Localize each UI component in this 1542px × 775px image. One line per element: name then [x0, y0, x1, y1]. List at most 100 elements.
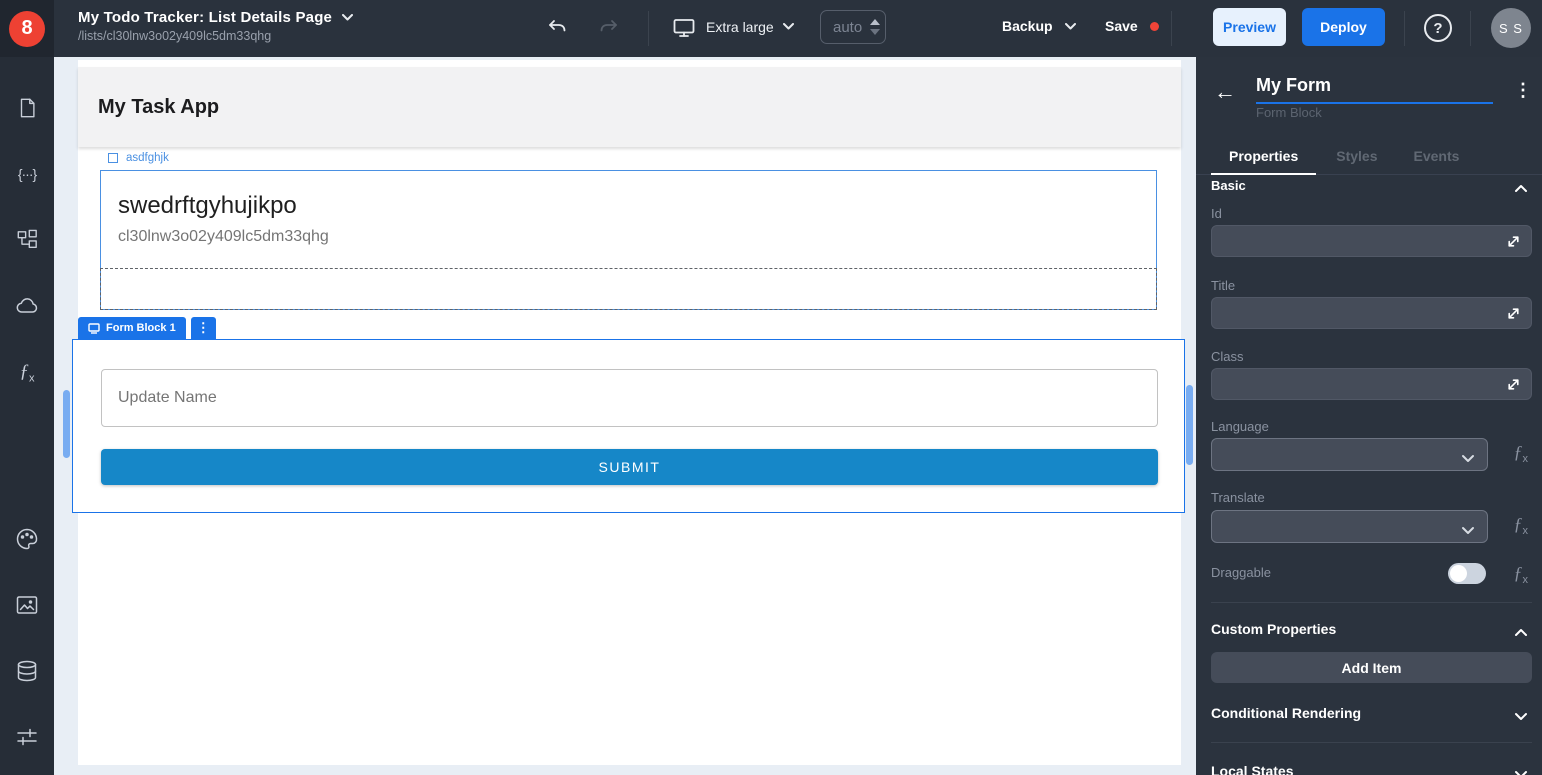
breakpoint-chevron-icon[interactable] — [783, 23, 794, 30]
page-path: /lists/cl30lnw3o02y409lc5dm33qhg — [78, 29, 272, 43]
save-label: Save — [1105, 18, 1138, 34]
card-subtitle: cl30lnw3o02y409lc5dm33qhg — [118, 228, 329, 245]
section-custom-properties[interactable]: Custom Properties — [1211, 621, 1336, 637]
widget-name-input[interactable]: My Form — [1256, 75, 1493, 104]
field-label-translate: Translate — [1211, 490, 1265, 505]
logo-icon: 8 — [9, 10, 45, 47]
expand-icon[interactable] — [1506, 234, 1521, 249]
selected-widget-label[interactable]: asdfghjk — [108, 152, 169, 164]
class-input[interactable] — [1211, 368, 1532, 400]
tab-properties[interactable]: Properties — [1211, 142, 1317, 175]
breakpoint-monitor-icon[interactable] — [672, 16, 696, 40]
expand-icon[interactable] — [1506, 306, 1521, 321]
resize-handle-left[interactable] — [63, 390, 70, 458]
cloud-icon[interactable] — [15, 294, 39, 318]
draggable-fx-icon[interactable]: ƒx — [1514, 563, 1529, 586]
toolbar-divider — [1171, 11, 1172, 46]
save-button[interactable]: Save — [1105, 18, 1159, 34]
translate-select[interactable] — [1211, 510, 1488, 543]
app-logo[interactable]: 8 — [0, 0, 54, 57]
empty-drop-slot[interactable] — [100, 268, 1157, 310]
page-title: My Todo Tracker: List Details Page — [78, 8, 333, 26]
section-local-states[interactable]: Local States — [1211, 763, 1293, 775]
chevron-down-icon[interactable] — [1514, 766, 1528, 775]
draggable-toggle[interactable] — [1448, 563, 1486, 584]
toolbar-divider — [648, 11, 649, 46]
pages-icon[interactable] — [15, 96, 39, 120]
update-name-input[interactable] — [101, 369, 1158, 427]
form-block-icon — [88, 323, 100, 334]
section-conditional-rendering[interactable]: Conditional Rendering — [1211, 705, 1361, 721]
canvas-width-value[interactable]: auto — [833, 19, 862, 36]
assets-image-icon[interactable] — [15, 593, 39, 617]
section-divider — [1211, 602, 1532, 603]
field-label-id: Id — [1211, 206, 1222, 221]
inspector-menu-icon[interactable]: ⋮ — [1514, 80, 1532, 101]
id-input[interactable] — [1211, 225, 1532, 257]
page-title-block[interactable]: My Todo Tracker: List Details Page /list… — [78, 8, 354, 43]
canvas-width-stepper[interactable]: auto — [820, 10, 886, 44]
toolbar-divider — [1404, 11, 1405, 46]
widget-type-label: Form Block — [1256, 105, 1322, 120]
chevron-up-icon[interactable] — [1514, 624, 1528, 636]
chevron-down-icon[interactable] — [1514, 708, 1528, 720]
canvas-page[interactable]: My Task App asdfghjk swedrftgyhujikpo cl… — [72, 60, 1185, 765]
back-icon[interactable]: ← — [1214, 79, 1236, 105]
step-up-icon[interactable] — [870, 19, 881, 25]
deploy-button[interactable]: Deploy — [1302, 8, 1385, 46]
top-bar: 8 My Todo Tracker: List Details Page /li… — [0, 0, 1542, 57]
add-item-button[interactable]: Add Item — [1211, 652, 1532, 683]
chevron-down-icon[interactable] — [342, 8, 354, 26]
widget-label-text: asdfghjk — [126, 152, 169, 164]
theme-palette-icon[interactable] — [15, 527, 39, 551]
redo-icon[interactable] — [598, 17, 620, 39]
canvas-area: My Task App asdfghjk swedrftgyhujikpo cl… — [54, 57, 1196, 775]
submit-button[interactable]: SUBMIT — [101, 449, 1158, 485]
inspector-panel: ← My Form ⋮ Form Block Properties Styles… — [1196, 57, 1542, 775]
functions-icon[interactable]: ƒx — [15, 361, 39, 385]
language-fx-icon[interactable]: ƒx — [1514, 442, 1529, 465]
toggle-knob — [1450, 565, 1467, 582]
tab-styles[interactable]: Styles — [1318, 142, 1395, 174]
database-icon[interactable] — [15, 659, 39, 683]
form-block-tag-label: Form Block 1 — [106, 322, 176, 334]
title-input[interactable] — [1211, 297, 1532, 329]
tab-events[interactable]: Events — [1396, 142, 1478, 174]
preview-button[interactable]: Preview — [1213, 8, 1286, 46]
unsaved-changes-dot — [1149, 21, 1159, 31]
backup-chevron-icon — [1064, 22, 1076, 29]
field-label-draggable: Draggable — [1211, 565, 1271, 580]
inspector-tabs: Properties Styles Events — [1196, 142, 1542, 175]
left-nav-rail: {···} ƒx — [0, 57, 54, 775]
expand-icon[interactable] — [1506, 377, 1521, 392]
step-down-icon[interactable] — [870, 29, 881, 35]
breakpoint-label[interactable]: Extra large — [706, 19, 774, 35]
components-tree-icon[interactable] — [15, 228, 39, 252]
form-block-selection[interactable]: SUBMIT — [72, 339, 1185, 513]
form-block-tag-row: Form Block 1 ⋮ — [78, 317, 216, 339]
field-label-language: Language — [1211, 419, 1269, 434]
code-braces-icon[interactable]: {···} — [15, 162, 39, 186]
avatar[interactable]: S S — [1491, 8, 1531, 48]
form-block-menu-icon[interactable]: ⋮ — [190, 317, 216, 339]
resize-handle-right[interactable] — [1186, 385, 1193, 465]
field-label-title: Title — [1211, 278, 1236, 293]
card-title: swedrftgyhujikpo — [118, 192, 297, 219]
settings-sliders-icon[interactable] — [15, 725, 39, 749]
stepper-arrows[interactable] — [870, 19, 881, 35]
list-detail-card[interactable]: swedrftgyhujikpo cl30lnw3o02y409lc5dm33q… — [100, 170, 1157, 310]
language-select[interactable] — [1211, 438, 1488, 471]
undo-icon[interactable] — [546, 17, 568, 39]
chevron-up-icon[interactable] — [1514, 180, 1528, 192]
section-divider — [1211, 742, 1532, 743]
help-icon[interactable]: ? — [1424, 14, 1452, 42]
section-basic[interactable]: Basic — [1211, 178, 1246, 193]
app-header-title: My Task App — [98, 95, 220, 118]
backup-menu[interactable]: Backup — [1002, 18, 1076, 34]
field-label-class: Class — [1211, 349, 1244, 364]
form-block-tag[interactable]: Form Block 1 — [78, 317, 186, 339]
app-header-widget[interactable]: My Task App — [78, 67, 1181, 147]
widget-checkbox-icon — [108, 153, 118, 163]
translate-fx-icon[interactable]: ƒx — [1514, 514, 1529, 537]
chevron-down-icon — [1461, 522, 1475, 534]
